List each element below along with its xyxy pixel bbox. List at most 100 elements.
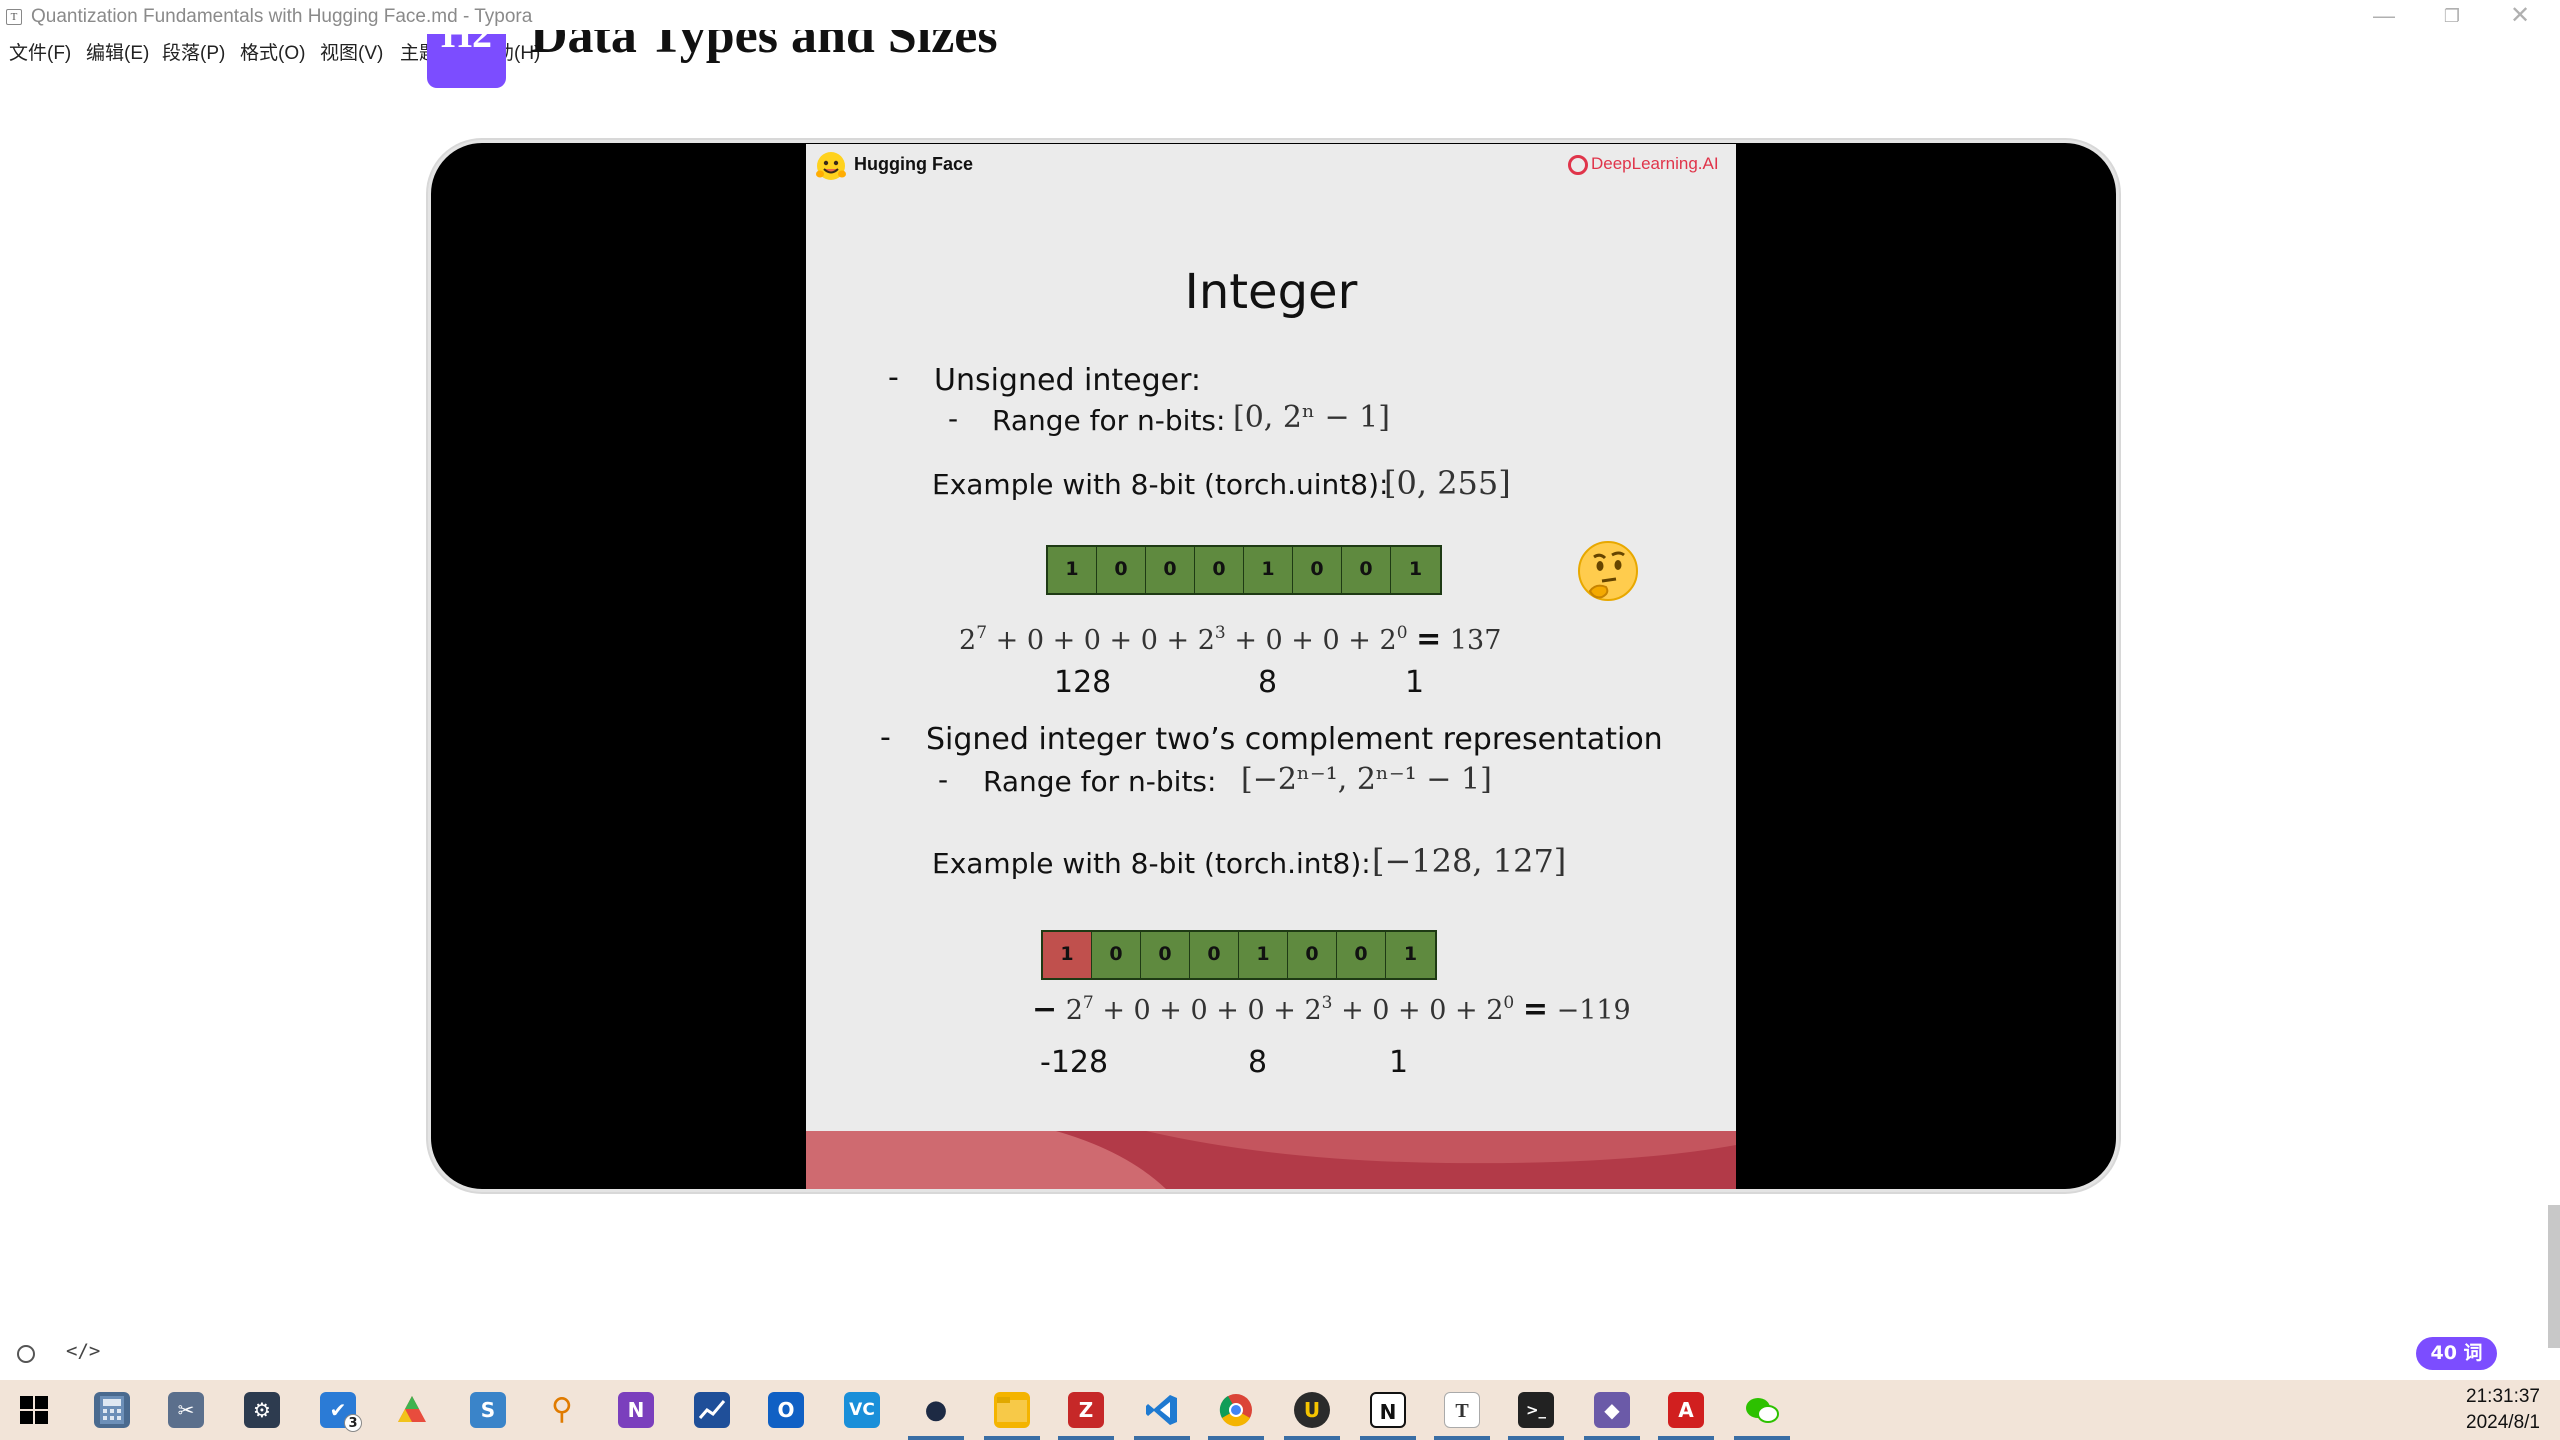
unsigned-range-formula: [0, 2ⁿ − 1]	[1233, 400, 1390, 435]
bit-cell: 0	[1190, 932, 1239, 978]
settings-icon[interactable]: ⚙	[244, 1392, 280, 1428]
terminal-icon[interactable]: >_	[1518, 1392, 1554, 1428]
bit-cell: 1	[1386, 932, 1435, 978]
int8-example-label: Example with 8-bit (torch.int8):	[932, 847, 1371, 880]
window-title: Quantization Fundamentals with Hugging F…	[31, 6, 533, 27]
running-indicator	[984, 1436, 1040, 1440]
cat-app-2-icon[interactable]: ◆	[1594, 1392, 1630, 1428]
vscode-icon[interactable]	[1144, 1392, 1180, 1428]
running-indicator	[1658, 1436, 1714, 1440]
bit-cell: 0	[1092, 932, 1141, 978]
bit-weight: 1	[1405, 665, 1425, 700]
bullet-dash: -	[888, 360, 899, 395]
running-indicator	[1434, 1436, 1490, 1440]
document-heading[interactable]: Data Types and Sizes	[530, 30, 1090, 72]
bit-cell: 0	[1337, 932, 1386, 978]
chrome-icon[interactable]	[1218, 1392, 1254, 1428]
uint8-range-value: [0, 255]	[1384, 464, 1511, 502]
typora-icon[interactable]: T	[1444, 1392, 1480, 1428]
windows-start-icon[interactable]	[20, 1396, 48, 1424]
vertical-scrollbar-thumb[interactable]	[2548, 1205, 2560, 1348]
bit-cell: 0	[1146, 547, 1195, 593]
uint8-example-label: Example with 8-bit (torch.uint8):	[932, 468, 1389, 501]
slide-title: Integer	[1184, 264, 1358, 320]
maximize-button[interactable]: ❐	[2424, 0, 2480, 34]
bit-cell: 0	[1195, 547, 1244, 593]
slide-image: Hugging Face DeepLearning.AI Integer - U…	[806, 144, 1736, 1189]
onenote-icon[interactable]: N	[618, 1392, 654, 1428]
clock-time[interactable]: 21:31:37	[2440, 1386, 2540, 1408]
menu-paragraph[interactable]: 段落(P)	[162, 38, 225, 65]
signed-equation: − 27 + 0 + 0 + 0 + 23 + 0 + 0 + 20 = −11…	[1032, 992, 1631, 1027]
running-indicator	[1208, 1436, 1264, 1440]
menu-edit[interactable]: 编辑(E)	[86, 38, 149, 65]
calculator-icon[interactable]	[94, 1392, 130, 1428]
bullet-dash: -	[948, 402, 959, 435]
running-indicator	[1058, 1436, 1114, 1440]
signed-heading: Signed integer two’s complement represen…	[926, 722, 1663, 757]
bit-cell: 0	[1342, 547, 1391, 593]
menu-view[interactable]: 视图(V)	[320, 38, 383, 65]
signed-bit-row: 1 0 0 0 1 0 0 1	[1041, 930, 1437, 980]
search-tool-icon[interactable]: ⚲	[544, 1392, 580, 1428]
unsigned-heading: Unsigned integer:	[934, 363, 1202, 398]
bit-weight: 8	[1258, 665, 1278, 700]
outlook-icon[interactable]: O	[768, 1392, 804, 1428]
clock-date[interactable]: 2024/8/1	[2430, 1412, 2540, 1434]
title-bar: T Quantization Fundamentals with Hugging…	[0, 0, 2560, 34]
int8-range-value: [−128, 127]	[1372, 842, 1567, 880]
sidebar-toggle-icon[interactable]	[17, 1345, 35, 1363]
xmind-icon[interactable]	[394, 1392, 430, 1428]
running-indicator	[1584, 1436, 1640, 1440]
sign-bit-cell: 1	[1043, 932, 1092, 978]
stock-chart-icon[interactable]	[694, 1392, 730, 1428]
bit-cell: 0	[1288, 932, 1337, 978]
running-indicator	[1508, 1436, 1564, 1440]
deeplearning-brand: DeepLearning.AI	[1591, 154, 1719, 173]
unsigned-range-label: Range for n-bits:	[992, 404, 1226, 437]
bit-cell: 1	[1239, 932, 1288, 978]
unsigned-equation: 27 + 0 + 0 + 0 + 23 + 0 + 0 + 20 = 137	[959, 622, 1502, 657]
bit-weight: -128	[1040, 1045, 1109, 1080]
menu-file[interactable]: 文件(F)	[9, 38, 71, 65]
ue-icon[interactable]: U	[1294, 1392, 1330, 1428]
bit-cell: 0	[1141, 932, 1190, 978]
deeplearning-logo-icon	[1568, 155, 1588, 175]
signed-range-label: Range for n-bits:	[983, 765, 1217, 798]
cat-app-icon[interactable]: ●	[918, 1392, 954, 1428]
running-indicator	[1360, 1436, 1416, 1440]
file-explorer-icon[interactable]	[994, 1392, 1030, 1428]
snipping-tool-icon[interactable]: ✂	[168, 1392, 204, 1428]
todo-badge: 3	[344, 1414, 362, 1432]
thinking-face-icon	[1578, 541, 1638, 601]
bit-cell: 1	[1391, 547, 1440, 593]
typora-app-icon: T	[6, 9, 22, 25]
hugging-face-logo-icon	[816, 152, 846, 180]
bullet-dash: -	[880, 720, 891, 755]
vc-icon[interactable]: VC	[844, 1392, 880, 1428]
close-button[interactable]: ✕	[2492, 0, 2548, 34]
wechat-icon[interactable]	[1744, 1392, 1780, 1428]
pdf-editor-icon[interactable]: S	[470, 1392, 506, 1428]
bit-weight: 8	[1248, 1045, 1268, 1080]
acrobat-icon[interactable]: A	[1668, 1392, 1704, 1428]
hugging-face-brand: Hugging Face	[854, 154, 974, 174]
todo-icon[interactable]: ✔ 3	[320, 1392, 362, 1432]
bit-cell: 1	[1048, 547, 1097, 593]
running-indicator	[1134, 1436, 1190, 1440]
running-indicator	[1284, 1436, 1340, 1440]
menu-format[interactable]: 格式(O)	[240, 38, 305, 65]
word-count-badge[interactable]: 40 词	[2416, 1337, 2497, 1370]
slide-footer-wave	[806, 1131, 1736, 1189]
windows-taskbar: ✂ ⚙ ✔ 3 S ⚲ N O VC ● Z U N T >_ ◆ A 21:31…	[0, 1380, 2560, 1440]
minimize-button[interactable]: —	[2356, 0, 2412, 34]
notion-icon[interactable]: N	[1370, 1392, 1406, 1428]
source-code-mode-icon[interactable]: </>	[66, 1340, 100, 1362]
bit-cell: 0	[1097, 547, 1146, 593]
bit-cell: 0	[1293, 547, 1342, 593]
bullet-dash: -	[938, 763, 949, 796]
signed-range-formula: [−2ⁿ⁻¹, 2ⁿ⁻¹ − 1]	[1241, 762, 1492, 797]
bit-cell: 1	[1244, 547, 1293, 593]
bit-weight: 128	[1054, 665, 1112, 700]
zotero-icon[interactable]: Z	[1068, 1392, 1104, 1428]
